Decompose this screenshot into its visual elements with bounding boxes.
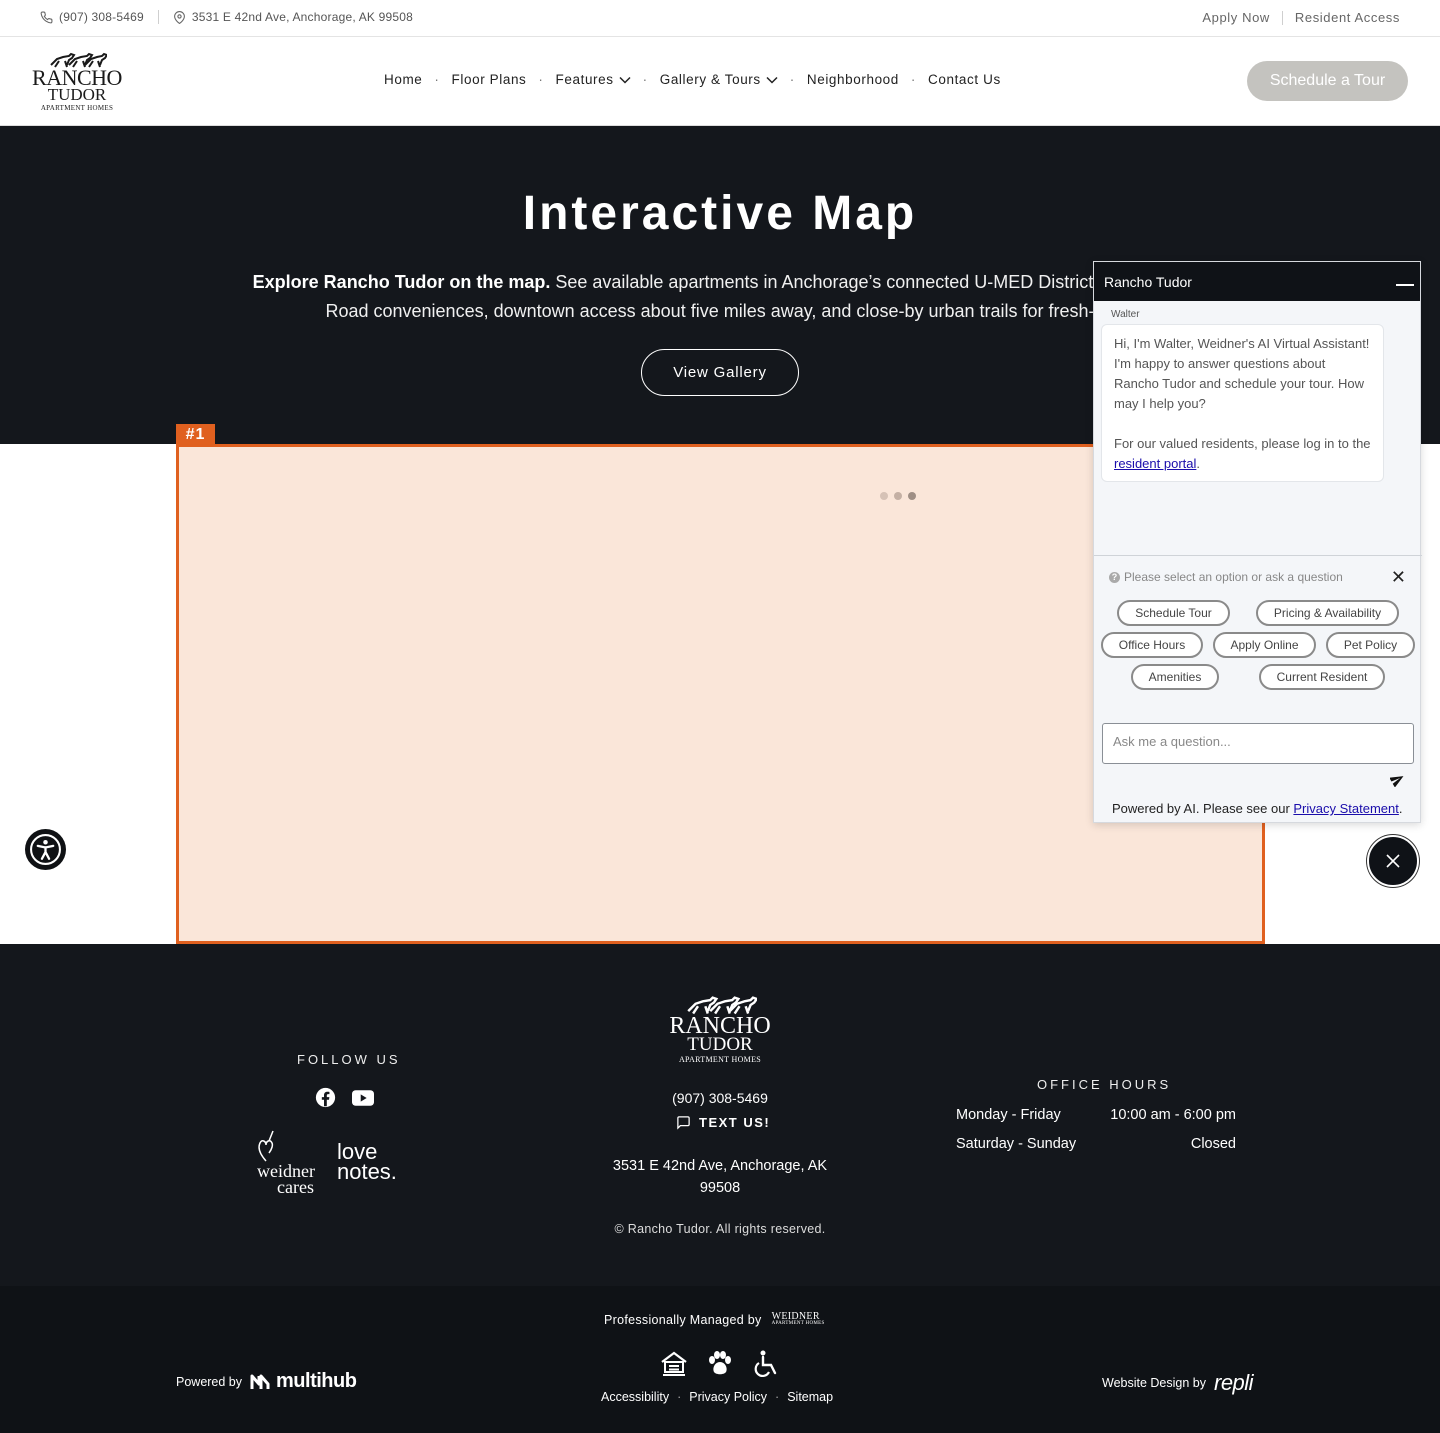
weidner-cares-logo[interactable]: weidner cares — [257, 1129, 315, 1196]
privacy-policy-link[interactable]: Privacy Policy — [689, 1390, 767, 1404]
main-nav: Home · Floor Plans · Features · Gallery … — [384, 72, 1001, 87]
help-icon: ? — [1109, 571, 1120, 583]
follow-us-heading: FOLLOW US — [297, 1052, 401, 1067]
chat-header: Rancho Tudor — [1094, 262, 1420, 301]
chat-close-button[interactable] — [1367, 835, 1419, 887]
chat-widget: Rancho Tudor Walter Hi, I'm Walter, Weid… — [1093, 261, 1422, 823]
apply-now-link[interactable]: Apply Now — [1202, 10, 1270, 25]
logo-line-3: APARTMENT HOMES — [678, 1055, 762, 1064]
chat-message-bubble: Hi, I'm Walter, Weidner's AI Virtual Ass… — [1101, 324, 1384, 482]
chip-office-hours[interactable]: Office Hours — [1101, 632, 1203, 658]
chat-message: Hi, I'm Walter, Weidner's AI Virtual Ass… — [1114, 336, 1370, 411]
nav-item-label: Gallery & Tours — [659, 72, 761, 87]
loading-indicator — [880, 492, 916, 500]
close-options-icon[interactable]: ✕ — [1391, 568, 1406, 586]
bottom-bar: Professionally Managed by WEIDNER APARTM… — [0, 1286, 1440, 1433]
nav-item-gallery-tours[interactable]: Gallery & Tours — [660, 72, 778, 87]
repli-logo[interactable]: repli — [1214, 1370, 1254, 1396]
phone-icon — [40, 11, 53, 23]
brand-logos: weidner cares love notes. — [257, 1129, 397, 1196]
map-region-tag: #1 — [176, 424, 215, 445]
chip-schedule-tour[interactable]: Schedule Tour — [1117, 600, 1230, 626]
resident-access-link[interactable]: Resident Access — [1295, 10, 1400, 25]
compliance-icons — [660, 1350, 780, 1378]
chip-amenities[interactable]: Amenities — [1131, 664, 1219, 690]
chip-pet-policy[interactable]: Pet Policy — [1326, 632, 1415, 658]
sitemap-link[interactable]: Sitemap — [787, 1390, 833, 1404]
close-icon — [1386, 854, 1400, 868]
hero-desc-bold: Explore Rancho Tudor on the map. — [252, 272, 551, 292]
footer-links: Accessibility · Privacy Policy · Sitemap — [601, 1390, 834, 1404]
copyright: © Rancho Tudor. All rights reserved. — [614, 1222, 826, 1236]
hours-row: Monday - Friday 10:00 am - 6:00 pm — [956, 1107, 1236, 1123]
chip-pricing-availability[interactable]: Pricing & Availability — [1256, 600, 1399, 626]
chevron-down-icon — [766, 76, 778, 84]
contact-info: (907) 308-5469 3531 E 42nd Ave, Anchorag… — [40, 10, 413, 24]
paw-print-icon — [709, 1351, 731, 1375]
chat-prompt: ? Please select an option or ask a quest… — [1109, 570, 1343, 584]
location-pin-icon — [173, 10, 185, 24]
wheelchair-icon — [754, 1350, 777, 1377]
divider — [157, 10, 159, 24]
top-address-link[interactable]: 3531 E 42nd Ave, Anchorage, AK 99508 — [192, 10, 413, 24]
nav-item-floor-plans[interactable]: Floor Plans — [452, 72, 527, 87]
accessibility-button[interactable] — [25, 829, 66, 870]
love-notes-logo[interactable]: love notes. — [337, 1141, 397, 1183]
top-links: Apply Now Resident Access — [1202, 10, 1400, 25]
nav-item-neighborhood[interactable]: Neighborhood — [807, 72, 899, 87]
chat-title: Rancho Tudor — [1104, 273, 1192, 290]
chat-powered-by: Powered by AI. Please see our Privacy St… — [1112, 801, 1403, 816]
footer-phone-link[interactable]: (907) 308-5469 — [0, 1090, 1440, 1106]
site-header: RANCHO TUDOR APARTMENT HOMES Home · Floo… — [0, 37, 1440, 126]
office-hours-heading: OFFICE HOURS — [1037, 1077, 1172, 1092]
weidner-logo[interactable]: WEIDNER APARTMENT HOMES — [772, 1312, 825, 1327]
divider — [1281, 10, 1283, 25]
nav-item-home[interactable]: Home — [384, 72, 422, 87]
site-logo[interactable]: RANCHO TUDOR APARTMENT HOMES — [32, 51, 122, 113]
website-design-by: Website Design by repli — [1102, 1370, 1254, 1396]
site-footer: FOLLOW US weidner cares love notes. RANC… — [0, 944, 1440, 1286]
minimize-icon[interactable] — [1396, 284, 1414, 286]
chat-input[interactable]: Ask me a question... — [1102, 723, 1414, 764]
divider — [1094, 555, 1422, 556]
nav-item-features[interactable]: Features — [556, 72, 631, 87]
text-us-link[interactable]: TEXT US! — [676, 1115, 770, 1130]
top-phone-link[interactable]: (907) 308-5469 — [59, 10, 144, 24]
managed-by: Professionally Managed by WEIDNER APARTM… — [604, 1311, 825, 1328]
multihub-logo[interactable]: multihub — [250, 1370, 357, 1393]
equal-housing-icon — [661, 1351, 687, 1376]
nav-item-label: Features — [555, 72, 614, 87]
page-title: Interactive Map — [522, 187, 918, 240]
powered-by: Powered by multihub — [176, 1370, 357, 1393]
top-bar: (907) 308-5469 3531 E 42nd Ave, Anchorag… — [0, 0, 1440, 37]
chip-apply-online[interactable]: Apply Online — [1213, 632, 1316, 658]
resident-portal-link[interactable]: resident portal — [1114, 456, 1196, 471]
office-hours-table: Monday - Friday 10:00 am - 6:00 pm Satur… — [956, 1107, 1236, 1165]
heart-icon — [258, 1130, 274, 1162]
hero-desc-line1: See available apartments in Anchorage’s … — [550, 272, 1188, 292]
chat-sender-name: Walter — [1111, 309, 1140, 320]
accessibility-link[interactable]: Accessibility — [601, 1390, 669, 1404]
chat-message: For our valued residents, please log in … — [1114, 436, 1371, 471]
logo-line-3: APARTMENT HOMES — [40, 104, 114, 112]
chip-current-resident[interactable]: Current Resident — [1259, 664, 1385, 690]
logo-line-1: RANCHO — [669, 1013, 771, 1039]
send-icon[interactable] — [1390, 772, 1405, 787]
nav-item-contact-us[interactable]: Contact Us — [928, 72, 1001, 87]
accessibility-icon — [30, 834, 61, 865]
multihub-mark-icon — [250, 1374, 270, 1389]
hours-row: Saturday - Sunday Closed — [956, 1136, 1236, 1152]
footer-logo[interactable]: RANCHO TUDOR APARTMENT HOMES — [666, 994, 774, 1064]
chat-bubble-icon — [677, 1116, 690, 1130]
chevron-down-icon — [619, 76, 631, 84]
footer-address-link[interactable]: 3531 E 42nd Ave, Anchorage, AK 99508 — [605, 1155, 835, 1199]
view-gallery-button[interactable]: View Gallery — [641, 349, 799, 396]
privacy-statement-link[interactable]: Privacy Statement — [1293, 801, 1399, 816]
schedule-tour-button[interactable]: Schedule a Tour — [1247, 61, 1408, 101]
